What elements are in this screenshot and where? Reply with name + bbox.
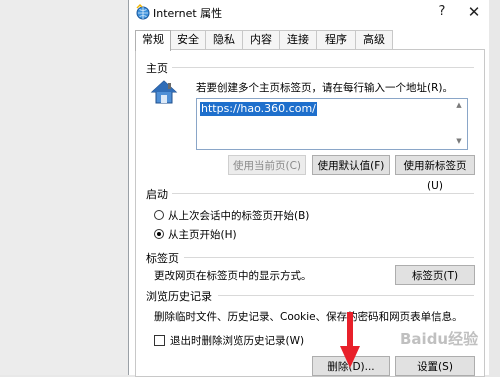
internet-options-icon (136, 4, 150, 20)
svg-text:Baidu经验: Baidu经验 (400, 330, 479, 348)
background-area (0, 0, 128, 375)
scroll-up-icon[interactable]: ▲ (453, 100, 465, 110)
homepage-url-value: https://hao.360.com/ (200, 102, 317, 116)
use-new-tab-button[interactable]: 使用新标签页(U) (395, 155, 475, 192)
tab-advanced[interactable]: 高级 (355, 30, 393, 49)
tabs-section-title: 标签页 (146, 252, 179, 265)
tab-security[interactable]: 安全 (170, 30, 206, 49)
red-arrow-annotation-icon (340, 312, 360, 368)
homepage-description: 若要创建多个主页标签页，请在每行输入一个地址(R)。 (196, 82, 453, 94)
radio-last-session[interactable] (154, 210, 164, 220)
help-button[interactable]: ? (429, 2, 455, 22)
startup-divider (172, 193, 474, 194)
tabs-description: 更改网页在标签页中的显示方式。 (154, 270, 312, 282)
startup-section-title: 启动 (146, 188, 168, 201)
title-bar: Internet 属性 ? ✕ (129, 0, 489, 24)
close-button[interactable]: ✕ (461, 2, 487, 22)
tabs-button[interactable]: 标签页(T) (395, 265, 475, 285)
radio-homepage-label: 从主页开始(H) (168, 229, 237, 241)
use-current-button[interactable]: 使用当前页(C) (228, 155, 306, 175)
radio-homepage[interactable] (154, 229, 164, 239)
homepage-divider (172, 67, 474, 68)
window-title: Internet 属性 (153, 7, 223, 20)
tabs-divider (184, 257, 474, 258)
watermark-logo: Baidu经验 (398, 318, 498, 358)
tab-content[interactable]: 内容 (242, 30, 280, 49)
tab-privacy[interactable]: 隐私 (205, 30, 243, 49)
homepage-section-title: 主页 (146, 62, 168, 75)
tab-general[interactable]: 常规 (135, 30, 171, 51)
tab-connections[interactable]: 连接 (279, 30, 317, 49)
settings-button[interactable]: 设置(S) (395, 356, 475, 376)
use-default-button[interactable]: 使用默认值(F) (312, 155, 390, 175)
house-icon (150, 80, 178, 104)
history-divider (218, 295, 474, 296)
scroll-down-icon[interactable]: ▼ (453, 136, 465, 146)
delete-on-exit-checkbox[interactable] (154, 335, 165, 346)
tab-programs[interactable]: 程序 (316, 30, 356, 49)
delete-on-exit-label: 退出时删除浏览历史记录(W) (170, 335, 305, 347)
history-section-title: 浏览历史记录 (146, 290, 212, 303)
radio-last-session-label: 从上次会话中的标签页开始(B) (168, 210, 310, 222)
homepage-url-textarea[interactable]: https://hao.360.com/ ▲ ▼ (196, 98, 468, 150)
